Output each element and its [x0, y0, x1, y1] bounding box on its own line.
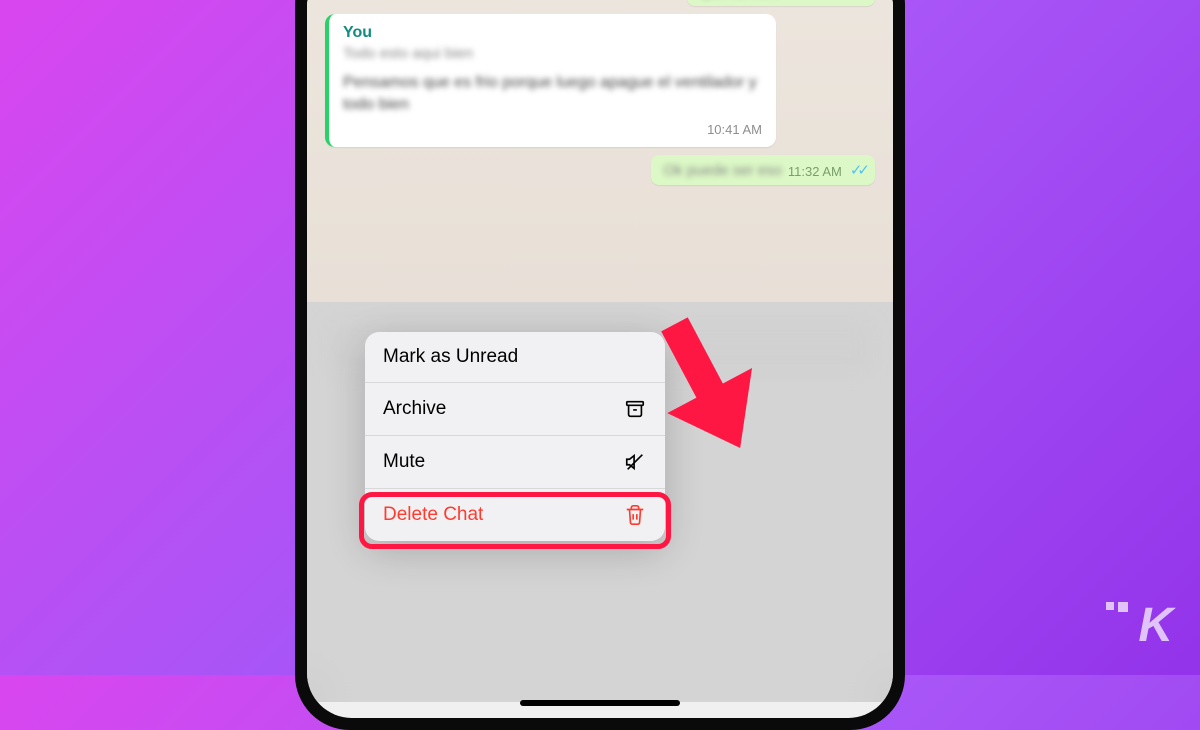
menu-item-label: Delete Chat: [383, 504, 483, 526]
sent-message-bubble[interactable]: Ok puede ser eso 11:32 AM ✓✓: [651, 155, 875, 185]
read-receipt-icon: ✓✓: [850, 161, 865, 179]
mute-button[interactable]: Mute: [365, 436, 665, 489]
message-text-blurred: Ok puede ser eso: [663, 162, 781, 179]
quoted-sender-name: You: [343, 24, 762, 42]
message-text-blurred: Pensamos que es frio porque luego apague…: [343, 72, 762, 115]
archive-icon: [623, 397, 647, 421]
sent-message-bubble[interactable]: Que tal todo 10:41 AM ✓✓: [687, 0, 875, 6]
menu-item-label: Mark as Unread: [383, 346, 518, 368]
watermark-logo: K: [1138, 598, 1172, 653]
menu-item-label: Archive: [383, 398, 446, 420]
menu-item-label: Mute: [383, 451, 425, 473]
phone-screen: Que tal todo 10:41 AM ✓✓ You Todo esto a…: [307, 0, 893, 718]
archive-button[interactable]: Archive: [365, 383, 665, 436]
quoted-text-blurred: Todo esto aqui bien: [343, 45, 762, 62]
delete-chat-button[interactable]: Delete Chat: [365, 489, 665, 541]
message-timestamp: 11:32 AM: [788, 164, 842, 179]
message-timestamp: 10:41 AM: [707, 122, 762, 137]
received-message-bubble[interactable]: You Todo esto aqui bien Pensamos que es …: [325, 14, 776, 147]
phone-frame: Que tal todo 10:41 AM ✓✓ You Todo esto a…: [295, 0, 905, 730]
chat-context-menu: Mark as Unread Archive Mute: [365, 332, 665, 541]
mute-icon: [623, 450, 647, 474]
trash-icon: [623, 503, 647, 527]
mark-unread-button[interactable]: Mark as Unread: [365, 332, 665, 383]
home-indicator[interactable]: [520, 700, 680, 706]
chat-area: Que tal todo 10:41 AM ✓✓ You Todo esto a…: [307, 0, 893, 302]
